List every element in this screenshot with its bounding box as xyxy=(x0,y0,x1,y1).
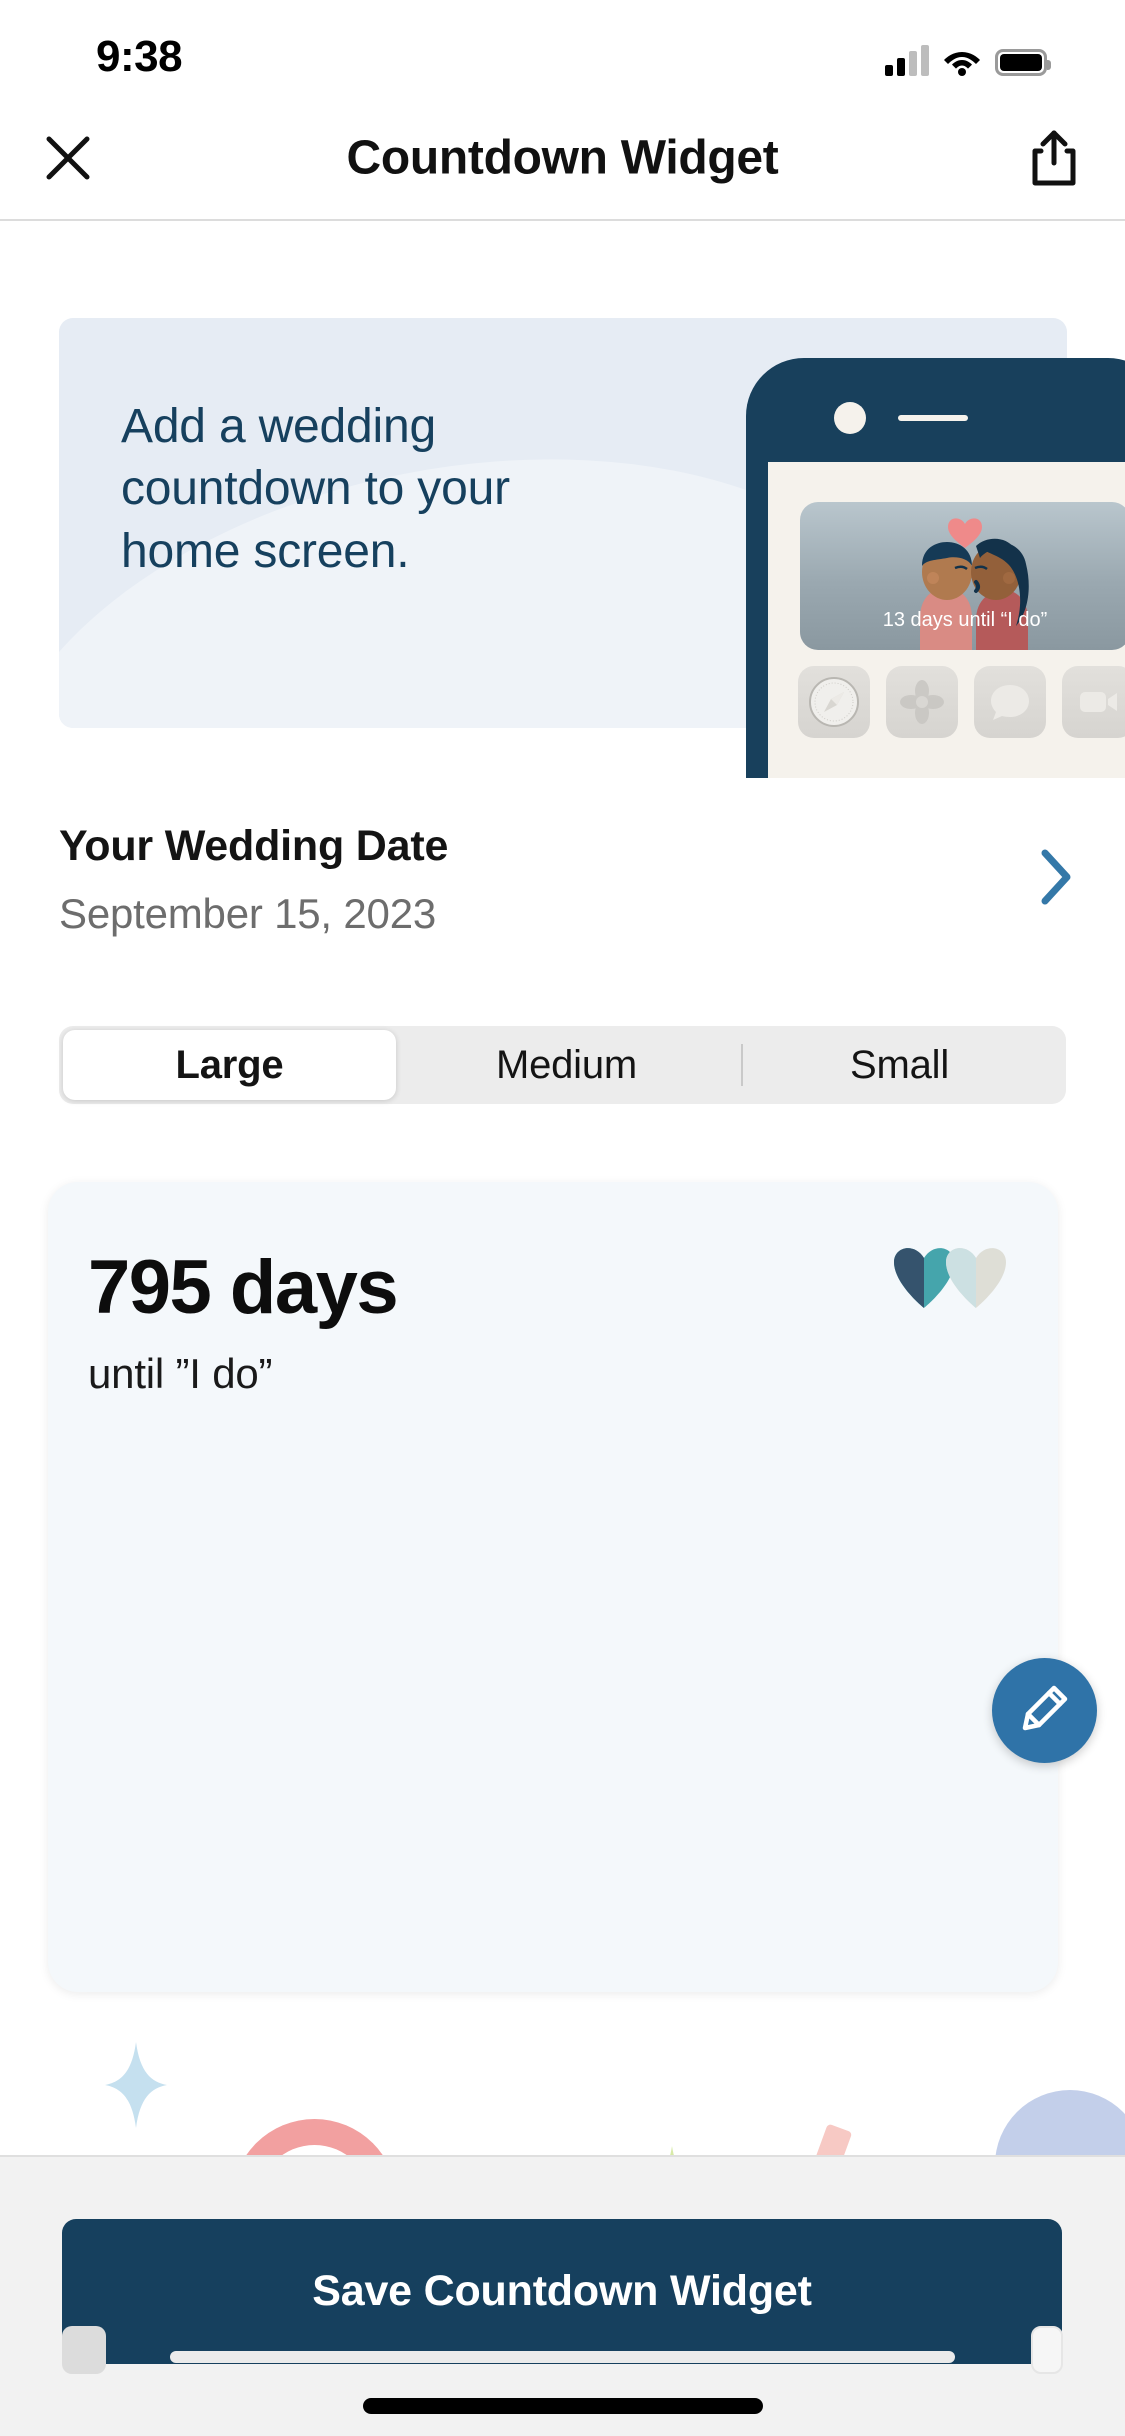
phone-speaker-line xyxy=(898,415,968,421)
phone-home-screen: 13 days until “I do” xyxy=(768,462,1125,778)
size-option-large[interactable]: Large xyxy=(63,1030,396,1100)
double-heart-logo-icon xyxy=(886,1234,1016,1313)
countdown-subtitle: until ”I do” xyxy=(88,1350,273,1397)
status-time: 9:38 xyxy=(96,32,183,81)
edit-widget-fab[interactable] xyxy=(992,1658,1097,1763)
wedding-date-row[interactable]: Your Wedding Date September 15, 2023 xyxy=(0,800,1125,960)
status-bar: 9:38 xyxy=(0,0,1125,96)
android-nav-back-pill[interactable] xyxy=(62,2326,106,2374)
android-nav-track xyxy=(170,2351,955,2363)
wedding-date-label: Your Wedding Date xyxy=(59,822,449,870)
sparkle-blue xyxy=(105,2042,167,2133)
countdown-days: 795 days xyxy=(88,1245,399,1330)
status-indicators xyxy=(885,36,1051,76)
home-indicator[interactable] xyxy=(362,2398,763,2414)
size-option-medium[interactable]: Medium xyxy=(400,1026,733,1104)
safari-icon xyxy=(798,666,870,738)
share-icon[interactable] xyxy=(1019,120,1089,196)
wedding-date-value: September 15, 2023 xyxy=(59,890,437,937)
facetime-icon xyxy=(1062,666,1125,738)
battery-full-icon xyxy=(995,49,1051,76)
widget-preview-card: 795 days until ”I do” xyxy=(48,1182,1058,1992)
android-nav-recents-pill[interactable] xyxy=(1031,2326,1063,2374)
pencil-icon xyxy=(1019,1682,1071,1739)
size-option-small[interactable]: Small xyxy=(733,1026,1066,1104)
phone-dock xyxy=(798,666,1125,738)
nav-bar: Countdown Widget xyxy=(0,96,1125,221)
bottom-action-bar: Save Countdown Widget xyxy=(0,2155,1125,2436)
home-screen-countdown-widget: 13 days until “I do” xyxy=(800,502,1125,650)
phone-mockup: 13 days until “I do” xyxy=(746,358,1125,778)
page-title: Countdown Widget xyxy=(346,131,779,184)
segment-divider xyxy=(741,1044,743,1086)
phone-camera-dot xyxy=(834,402,866,434)
cellular-signal-icon xyxy=(885,45,929,76)
photos-icon xyxy=(886,666,958,738)
widget-caption: 13 days until “I do” xyxy=(882,609,1048,631)
messages-icon xyxy=(974,666,1046,738)
save-button-label: Save Countdown Widget xyxy=(312,2267,812,2315)
widget-size-selector[interactable]: Large Medium Small xyxy=(59,1026,1066,1104)
save-countdown-widget-button[interactable]: Save Countdown Widget xyxy=(62,2219,1062,2364)
wifi-icon xyxy=(943,46,981,76)
app-screen: 9:38 Countdown Widget Add a wedding coun… xyxy=(0,0,1125,2436)
banner-headline: Add a wedding countdown to your home scr… xyxy=(121,400,510,578)
chevron-right-icon[interactable] xyxy=(1039,848,1073,911)
